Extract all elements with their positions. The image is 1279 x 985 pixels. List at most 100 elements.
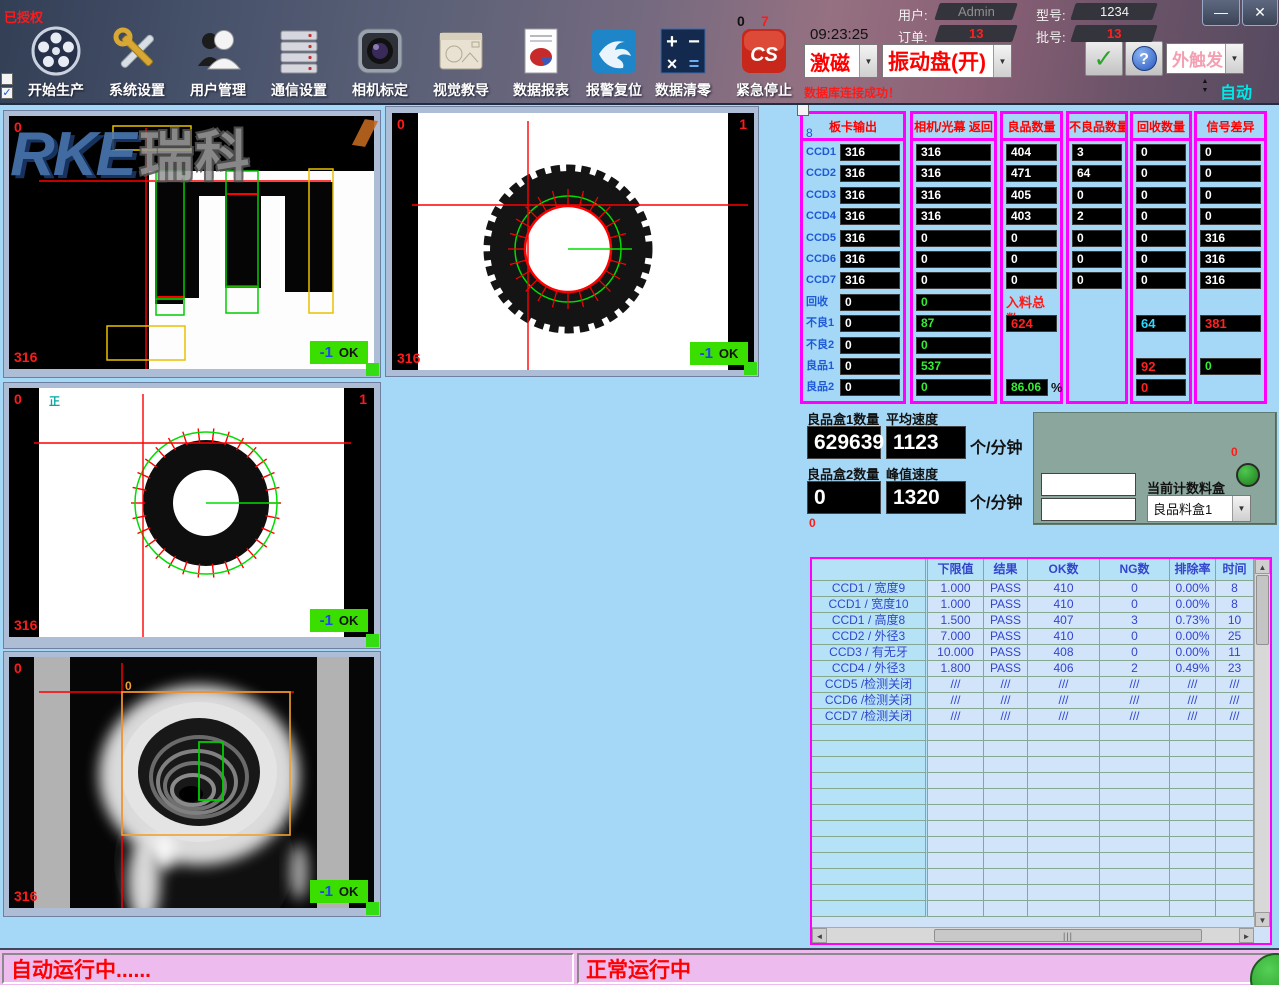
scroll-right-icon[interactable]: ► [1239,928,1254,943]
stat-value-box: 0 [840,294,900,311]
table-cell [1216,757,1254,773]
table-row-label [812,741,928,757]
stat-row: 0 [1072,230,1122,251]
hscroll-thumb[interactable]: ||| [934,929,1202,942]
stat-row: CCD2316 [806,165,900,186]
toolbar-button-report[interactable]: 数据报表 [501,24,581,100]
table-row[interactable]: CCD6 /检测关闭////////////////// [812,693,1254,709]
table-row[interactable]: CCD4 / 外径31.800PASS40620.49%23 [812,661,1254,677]
table-row[interactable] [812,805,1254,821]
table-row[interactable] [812,725,1254,741]
stat-value-box: 403 [1006,208,1057,225]
horizontal-scrollbar[interactable]: ◄ ||| ► [812,927,1254,943]
toolbar-button-emergency-stop[interactable]: CS紧急停止 [724,24,804,100]
table-cell: 0.00% [1170,597,1216,613]
toolbar-button-vision[interactable]: 视觉教导 [421,24,501,100]
camera4-result-badge: -1 OK [310,880,368,903]
close-button[interactable]: ✕ [1242,0,1278,26]
resize-grip[interactable] [366,902,379,915]
table-row[interactable] [812,869,1254,885]
toolbar-button-server[interactable]: 通信设置 [259,24,339,100]
camera-view-1[interactable]: 0 316 -1 OK [9,116,374,369]
stat-value-box: 0 [1006,251,1057,268]
spinner-down-icon[interactable]: ▼ [1200,86,1210,95]
table-row[interactable] [812,821,1254,837]
camera-view-2[interactable]: 0 1 316 -1 OK [392,113,754,370]
chevron-down-icon[interactable]: ▼ [1232,496,1250,521]
camera3-image [9,388,374,637]
toolbar-button-tools[interactable]: 系统设置 [97,24,177,100]
scroll-down-icon[interactable]: ▼ [1255,912,1270,927]
stat-row: 0 [1006,230,1057,251]
toolbar-button-users[interactable]: 用户管理 [178,24,258,100]
confirm-button[interactable]: ✓ [1085,41,1123,76]
stat-value-box: 64 [1072,165,1122,182]
order-field[interactable]: 13 [934,25,1018,42]
camera-view-3[interactable]: 0 正 1 316 -1 OK [9,388,374,637]
table-row[interactable]: CCD1 / 高度81.500PASS40730.73%10 [812,613,1254,629]
table-cell: /// [1170,677,1216,693]
help-button[interactable]: ? [1125,41,1163,76]
scroll-left-icon[interactable]: ◄ [812,928,827,943]
magnetize-combo[interactable]: 激磁 ▼ [804,44,878,78]
results-header-cell: 结果 [984,559,1028,581]
table-row[interactable] [812,837,1254,853]
toolbar-button-alarm-reset[interactable]: 报警复位 [574,24,654,100]
table-row-label [812,773,928,789]
stats-checkbox[interactable] [797,104,809,116]
model-field[interactable]: 1234 [1070,3,1158,20]
toolbar-checkbox-2[interactable]: ✓ [1,87,13,99]
table-cell [928,885,984,901]
toolbar-checkbox-1[interactable] [1,73,13,85]
counter-input-1[interactable] [1041,473,1136,496]
auto-spinner[interactable]: ▲ ▼ [1200,77,1210,95]
camera-view-4[interactable]: 0 0 316 -1 OK [9,657,374,908]
table-row[interactable]: CCD5 /检测关闭////////////////// [812,677,1254,693]
resize-grip[interactable] [366,363,379,376]
table-cell [1170,725,1216,741]
table-row[interactable] [812,901,1254,917]
vertical-scrollbar[interactable]: ▲ ▼ [1254,559,1270,927]
counter-input-2[interactable] [1041,498,1136,521]
stat-row-label: 不良2 [806,337,840,354]
vscroll-thumb[interactable] [1256,575,1269,645]
table-row[interactable] [812,741,1254,757]
user-field[interactable]: Admin [934,3,1018,20]
vibration-combo[interactable]: 振动盘(开) ▼ [882,44,1012,78]
toolbar-button-film-reel[interactable]: 开始生产 [16,24,96,100]
toolbar-button-calculator[interactable]: +−×=数据清零 [643,24,723,100]
server-icon [272,24,326,78]
table-row[interactable] [812,789,1254,805]
table-row[interactable]: CCD3 / 有无牙10.000PASS40800.00%11 [812,645,1254,661]
badge-ok-label: OK [719,346,739,361]
table-row[interactable] [812,757,1254,773]
table-row[interactable]: CCD2 / 外径37.000PASS41000.00%25 [812,629,1254,645]
table-row[interactable]: CCD1 / 宽度91.000PASS41000.00%8 [812,581,1254,597]
chevron-down-icon[interactable]: ▼ [1225,44,1243,73]
table-cell: /// [1216,693,1254,709]
avg-speed-value: 1123 [886,426,966,459]
resize-grip[interactable] [366,634,379,647]
toolbar-button-camera[interactable]: 相机标定 [340,24,420,100]
table-row[interactable]: CCD7 /检测关闭////////////////// [812,709,1254,725]
minimize-button[interactable]: — [1202,0,1240,26]
table-row[interactable]: CCD1 / 宽度101.000PASS41000.00%8 [812,597,1254,613]
spinner-up-icon[interactable]: ▲ [1200,77,1210,86]
stat-value-box: 537 [916,358,991,375]
camera4-index: 0 [14,660,22,676]
table-row[interactable] [812,773,1254,789]
table-row[interactable] [812,853,1254,869]
batch-field[interactable]: 13 [1070,25,1158,42]
table-cell [1216,821,1254,837]
chevron-down-icon[interactable]: ▼ [859,45,877,77]
stat-value-box: 405 [1006,187,1057,204]
table-cell: /// [1100,709,1170,725]
table-cell [1100,853,1170,869]
scroll-up-icon[interactable]: ▲ [1255,559,1270,574]
table-row[interactable] [812,885,1254,901]
current-box-combo[interactable]: 良品料盒1 ▼ [1147,495,1251,522]
chevron-down-icon[interactable]: ▼ [993,45,1011,77]
stat-row: 405 [1006,187,1057,208]
trigger-combo[interactable]: 外触发 ▼ [1166,43,1244,74]
badge-value: -1 [320,344,333,361]
